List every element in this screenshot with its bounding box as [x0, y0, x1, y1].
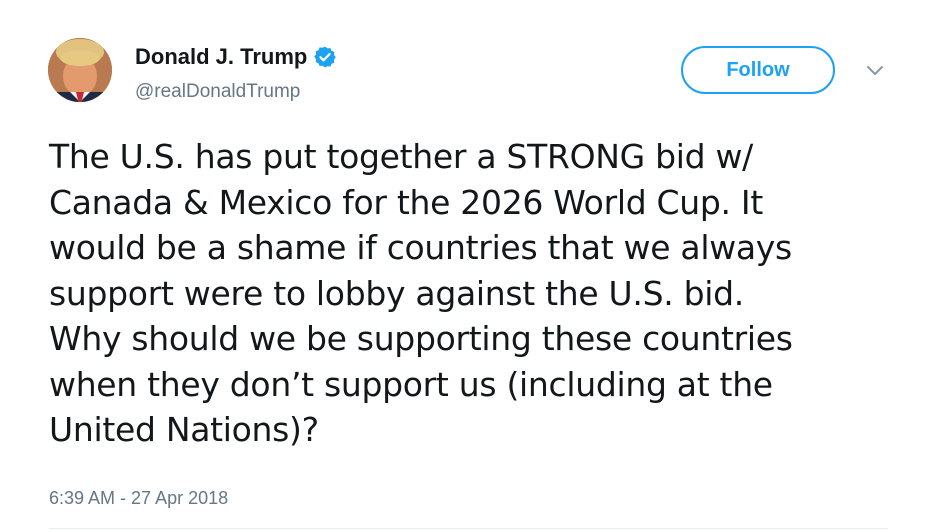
divider: [49, 528, 888, 529]
user-name-row[interactable]: Donald J. Trump: [135, 44, 337, 70]
tweet-text-line: would be a shame if countries that we al…: [49, 228, 792, 267]
tweet-text-line: United Nations)?: [49, 410, 319, 449]
tweet-text-line: support were to lobby against the U.S. b…: [49, 273, 744, 313]
tweet-timestamp[interactable]: 6:39 AM - 27 Apr 2018: [49, 486, 228, 510]
tweet-text-line: when they don’t support us (including at…: [49, 364, 773, 404]
avatar[interactable]: [48, 38, 112, 102]
tweet-text-line: The U.S. has put together a STRONG bid w…: [49, 137, 753, 176]
tweet-text-line: Canada & Mexico for the 2026 World Cup. …: [49, 182, 763, 222]
avatar-image: [48, 38, 112, 102]
follow-button[interactable]: Follow: [681, 46, 835, 94]
display-name[interactable]: Donald J. Trump: [135, 44, 307, 70]
tweet-text-line: Why should we be supporting these countr…: [49, 319, 793, 358]
tweet-card: Donald J. Trump @realDonaldTrump Follow …: [0, 0, 946, 532]
more-options-button[interactable]: [862, 60, 888, 86]
tweet-text: The U.S. has put together a STRONG bid w…: [49, 134, 909, 453]
verified-badge-icon: [313, 45, 337, 69]
user-handle[interactable]: @realDonaldTrump: [135, 80, 300, 104]
chevron-down-icon: [866, 64, 884, 82]
